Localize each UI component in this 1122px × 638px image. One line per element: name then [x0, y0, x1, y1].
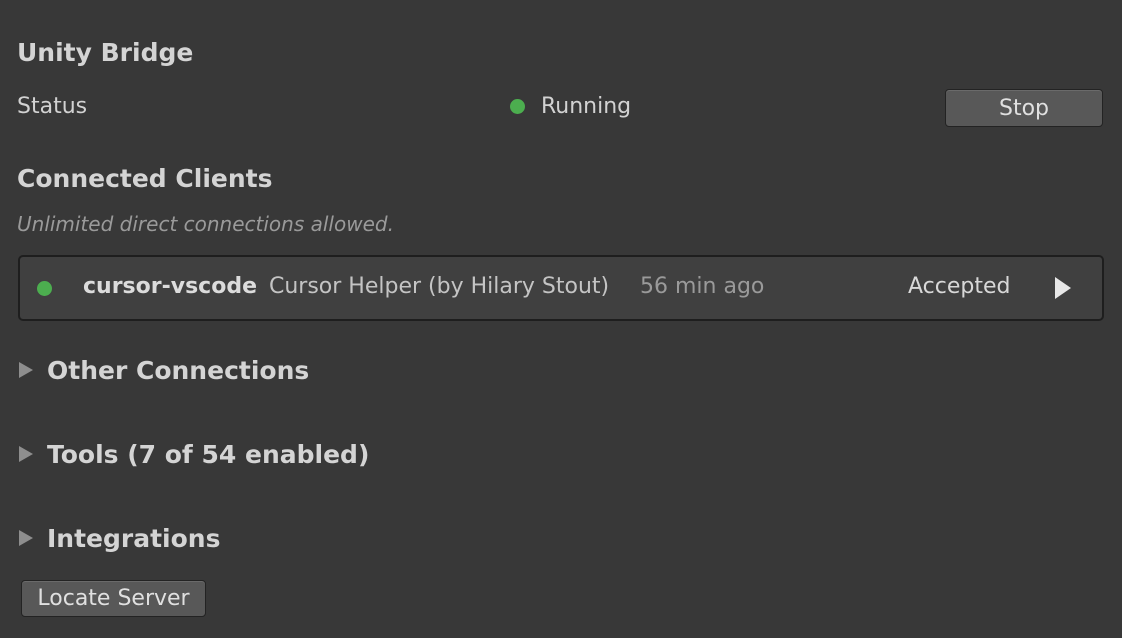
- unity-bridge-panel: Unity Bridge Status Running Stop Connect…: [0, 0, 1122, 638]
- client-description: Cursor Helper (by Hilary Stout): [269, 274, 610, 299]
- foldout-integrations[interactable]: Integrations: [19, 518, 220, 558]
- client-name: cursor-vscode: [83, 274, 258, 299]
- play-icon[interactable]: [1055, 277, 1071, 299]
- client-connected-dot-icon: [37, 281, 52, 296]
- client-row[interactable]: cursor-vscode Cursor Helper (by Hilary S…: [18, 255, 1104, 321]
- status-row: Status Running Stop: [17, 88, 1103, 128]
- tools-label: Tools (7 of 54 enabled): [47, 439, 370, 469]
- client-last-seen: 56 min ago: [640, 274, 765, 299]
- status-indicator: Running: [510, 94, 631, 119]
- chevron-right-icon[interactable]: [19, 530, 33, 546]
- foldout-tools[interactable]: Tools (7 of 54 enabled): [19, 434, 369, 474]
- chevron-right-icon[interactable]: [19, 446, 33, 462]
- stop-button[interactable]: Stop: [945, 89, 1103, 127]
- foldout-other-connections[interactable]: Other Connections: [19, 350, 309, 390]
- other-connections-label: Other Connections: [47, 355, 310, 385]
- chevron-right-icon[interactable]: [19, 362, 33, 378]
- status-dot-icon: [510, 99, 525, 114]
- status-label: Status: [17, 94, 88, 119]
- client-status: Accepted: [908, 274, 1011, 299]
- connected-clients-subtitle: Unlimited direct connections allowed.: [17, 212, 394, 236]
- status-value: Running: [541, 94, 632, 119]
- locate-server-button[interactable]: Locate Server: [21, 580, 206, 617]
- connected-clients-title: Connected Clients: [17, 164, 273, 193]
- unity-bridge-title: Unity Bridge: [17, 38, 194, 67]
- integrations-label: Integrations: [47, 523, 221, 553]
